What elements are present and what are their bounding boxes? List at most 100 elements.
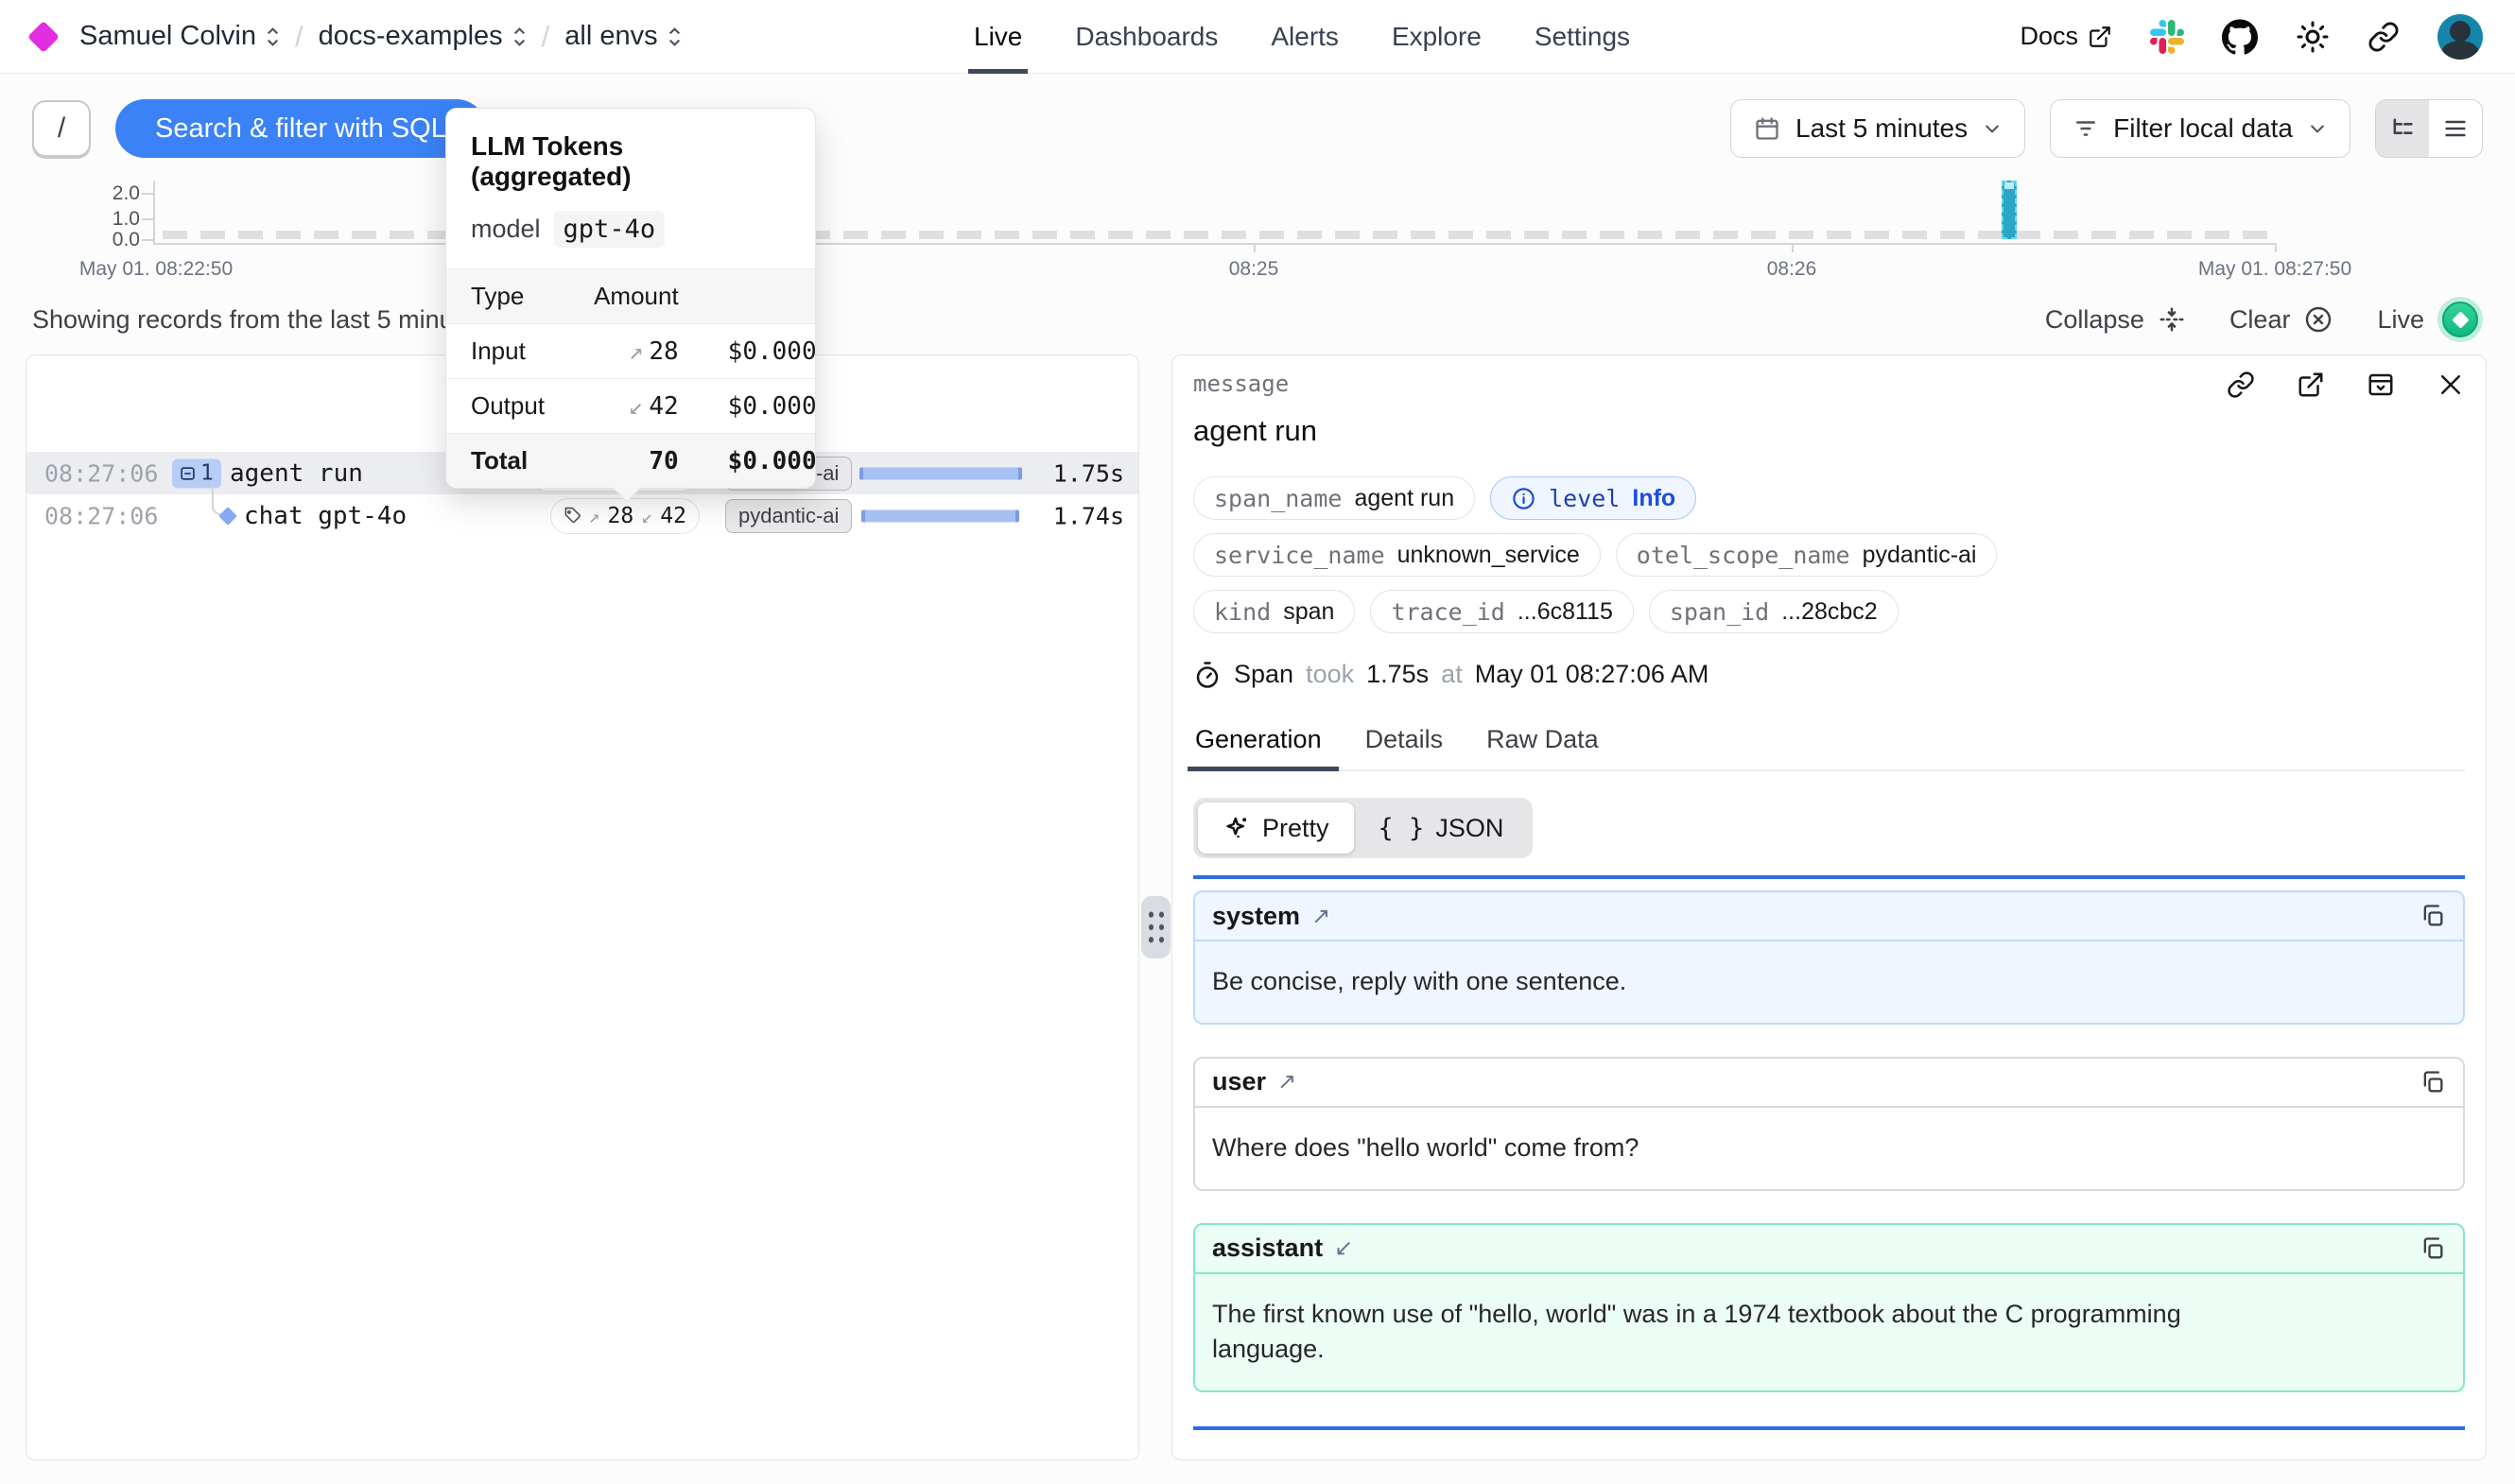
filter-local-data-select[interactable]: Filter local data <box>2050 99 2350 158</box>
toolbar-right: Last 5 minutes Filter local data <box>1730 99 2483 158</box>
children-count-badge[interactable]: 1 <box>172 458 221 488</box>
search-sql-button[interactable]: Search & filter with SQL <box>115 99 486 158</box>
time-range-select[interactable]: Last 5 minutes <box>1730 99 2025 158</box>
clear-button[interactable]: Clear <box>2229 304 2334 335</box>
toolbar: / Search & filter with SQL Last 5 minute… <box>32 98 2483 159</box>
table-row-input: Input ↗28 $0.0000700 <box>446 324 815 379</box>
duration-bar <box>859 467 1022 479</box>
tab-generation[interactable]: Generation <box>1193 717 1324 769</box>
share-link-icon[interactable] <box>2368 21 2400 53</box>
calendar-icon <box>1754 115 1780 142</box>
user-avatar[interactable] <box>2437 14 2483 60</box>
pretty-view-button[interactable]: Pretty <box>1198 802 1354 854</box>
attr-kind[interactable]: kindspan <box>1193 590 1355 633</box>
attr-span-name[interactable]: span_nameagent run <box>1193 476 1475 520</box>
attr-service-name[interactable]: service_nameunknown_service <box>1193 533 1601 577</box>
trace-row-chat-gpt4o[interactable]: 08:27:06 chat gpt-4o ↗28 ↙42 pydantic-ai… <box>26 494 1138 537</box>
open-in-new-icon[interactable] <box>2297 371 2325 399</box>
y-tick-label: 0.0 <box>55 229 140 251</box>
span-title: agent run <box>1193 414 2465 448</box>
showing-records-text: Showing records from the last 5 minutes <box>32 305 488 335</box>
org-switcher[interactable]: Samuel Colvin <box>79 21 280 52</box>
attr-span-id[interactable]: span_id...28cbc2 <box>1649 590 1899 633</box>
tree-view-toggle[interactable] <box>2376 100 2429 157</box>
braces-icon: { } <box>1379 814 1425 843</box>
role-label: assistant <box>1212 1234 1323 1263</box>
copy-link-icon[interactable] <box>2227 371 2255 399</box>
docs-link[interactable]: Docs <box>2020 22 2112 51</box>
panel-resize-handle[interactable] <box>1141 896 1171 958</box>
x-tick-label: 08:25 <box>1229 258 1279 281</box>
x-tick-label: May 01. 08:22:50 <box>79 258 233 281</box>
logfire-app: Samuel Colvin / docs-examples / all envs… <box>0 0 2515 1484</box>
nav-explore[interactable]: Explore <box>1392 0 1482 74</box>
selected-record-bar[interactable] <box>2002 181 2017 239</box>
github-icon[interactable] <box>2222 19 2258 55</box>
col-type: Type <box>446 269 569 324</box>
env-name: all envs <box>564 21 657 52</box>
copy-icon[interactable] <box>2420 903 2446 929</box>
nav-live[interactable]: Live <box>974 0 1022 74</box>
copy-icon[interactable] <box>2420 1069 2446 1096</box>
nav-settings[interactable]: Settings <box>1535 0 1630 74</box>
live-label: Live <box>2377 305 2424 335</box>
slash-shortcut-key[interactable]: / <box>32 100 91 157</box>
updown-caret-icon <box>266 26 280 48</box>
table-row-output: Output ↙42 $0.0004200 <box>446 379 815 434</box>
collapse-button[interactable]: Collapse <box>2045 305 2186 335</box>
y-tick <box>142 193 153 195</box>
role-label: system <box>1212 902 1300 931</box>
time-range-value: Last 5 minutes <box>1795 113 1968 144</box>
dock-panel-icon[interactable] <box>2367 371 2395 399</box>
nav-alerts[interactable]: Alerts <box>1271 0 1339 74</box>
filter-value: Filter local data <box>2113 113 2293 144</box>
close-icon[interactable] <box>2437 371 2465 399</box>
x-tick-label: 08:26 <box>1767 258 1817 281</box>
stopwatch-icon <box>1193 661 1222 689</box>
pydantic-logo-icon <box>27 21 60 53</box>
tag-icon <box>564 507 581 525</box>
sparkle-icon <box>1223 814 1251 842</box>
tree-view-icon <box>2389 115 2416 142</box>
json-view-button[interactable]: { } JSON <box>1354 802 1529 854</box>
collapse-children-icon <box>180 465 196 481</box>
org-name: Samuel Colvin <box>79 21 256 52</box>
list-view-toggle[interactable] <box>2429 100 2482 157</box>
clear-label: Clear <box>2229 305 2291 335</box>
status-actions: Collapse Clear Live <box>2045 297 2483 342</box>
col-amount: Amount <box>569 269 703 324</box>
theme-sun-icon[interactable] <box>2296 20 2330 54</box>
row-timestamp: 08:27:06 <box>44 502 158 529</box>
chevron-down-icon <box>1983 119 2002 138</box>
outgoing-arrow-icon: ↗ <box>1311 903 1330 930</box>
scope-tag[interactable]: pydantic-ai <box>725 499 852 533</box>
breadcrumb-separator: / <box>542 20 550 54</box>
token-count-pill[interactable]: ↗28 ↙42 <box>550 498 701 534</box>
records-timeline-chart[interactable]: 2.0 1.0 0.0 May 01. 08:22:50 08:25 08:26… <box>0 175 2515 293</box>
info-icon <box>1511 486 1536 511</box>
y-tick-label: 2.0 <box>55 182 140 205</box>
list-view-icon <box>2442 115 2469 142</box>
tab-details[interactable]: Details <box>1363 717 1446 769</box>
x-tick <box>1254 243 1256 252</box>
project-switcher[interactable]: docs-examples <box>319 21 527 52</box>
attr-trace-id[interactable]: trace_id...6c8115 <box>1370 590 1633 633</box>
copy-icon[interactable] <box>2420 1235 2446 1262</box>
nav-dashboards[interactable]: Dashboards <box>1075 0 1218 74</box>
detail-tabs: Generation Details Raw Data <box>1193 717 2465 771</box>
attr-otel-scope-name[interactable]: otel_scope_namepydantic-ai <box>1616 533 1998 577</box>
outgoing-arrow-icon: ↗ <box>1277 1068 1296 1096</box>
live-toggle[interactable]: Live <box>2377 297 2483 342</box>
pretty-json-toggle: Pretty { } JSON <box>1193 798 1533 858</box>
env-switcher[interactable]: all envs <box>564 21 681 52</box>
row-timestamp: 08:27:06 <box>44 459 158 487</box>
duration-bar <box>861 509 1019 522</box>
attr-level[interactable]: levelInfo <box>1490 476 1696 520</box>
role-label: user <box>1212 1067 1266 1096</box>
top-bar: Samuel Colvin / docs-examples / all envs… <box>0 0 2515 74</box>
record-kind-label: message <box>1193 371 1289 397</box>
y-tick-label: 1.0 <box>55 208 140 231</box>
tab-raw-data[interactable]: Raw Data <box>1484 717 1601 769</box>
slack-icon[interactable] <box>2150 20 2184 54</box>
collapse-label: Collapse <box>2045 305 2144 335</box>
